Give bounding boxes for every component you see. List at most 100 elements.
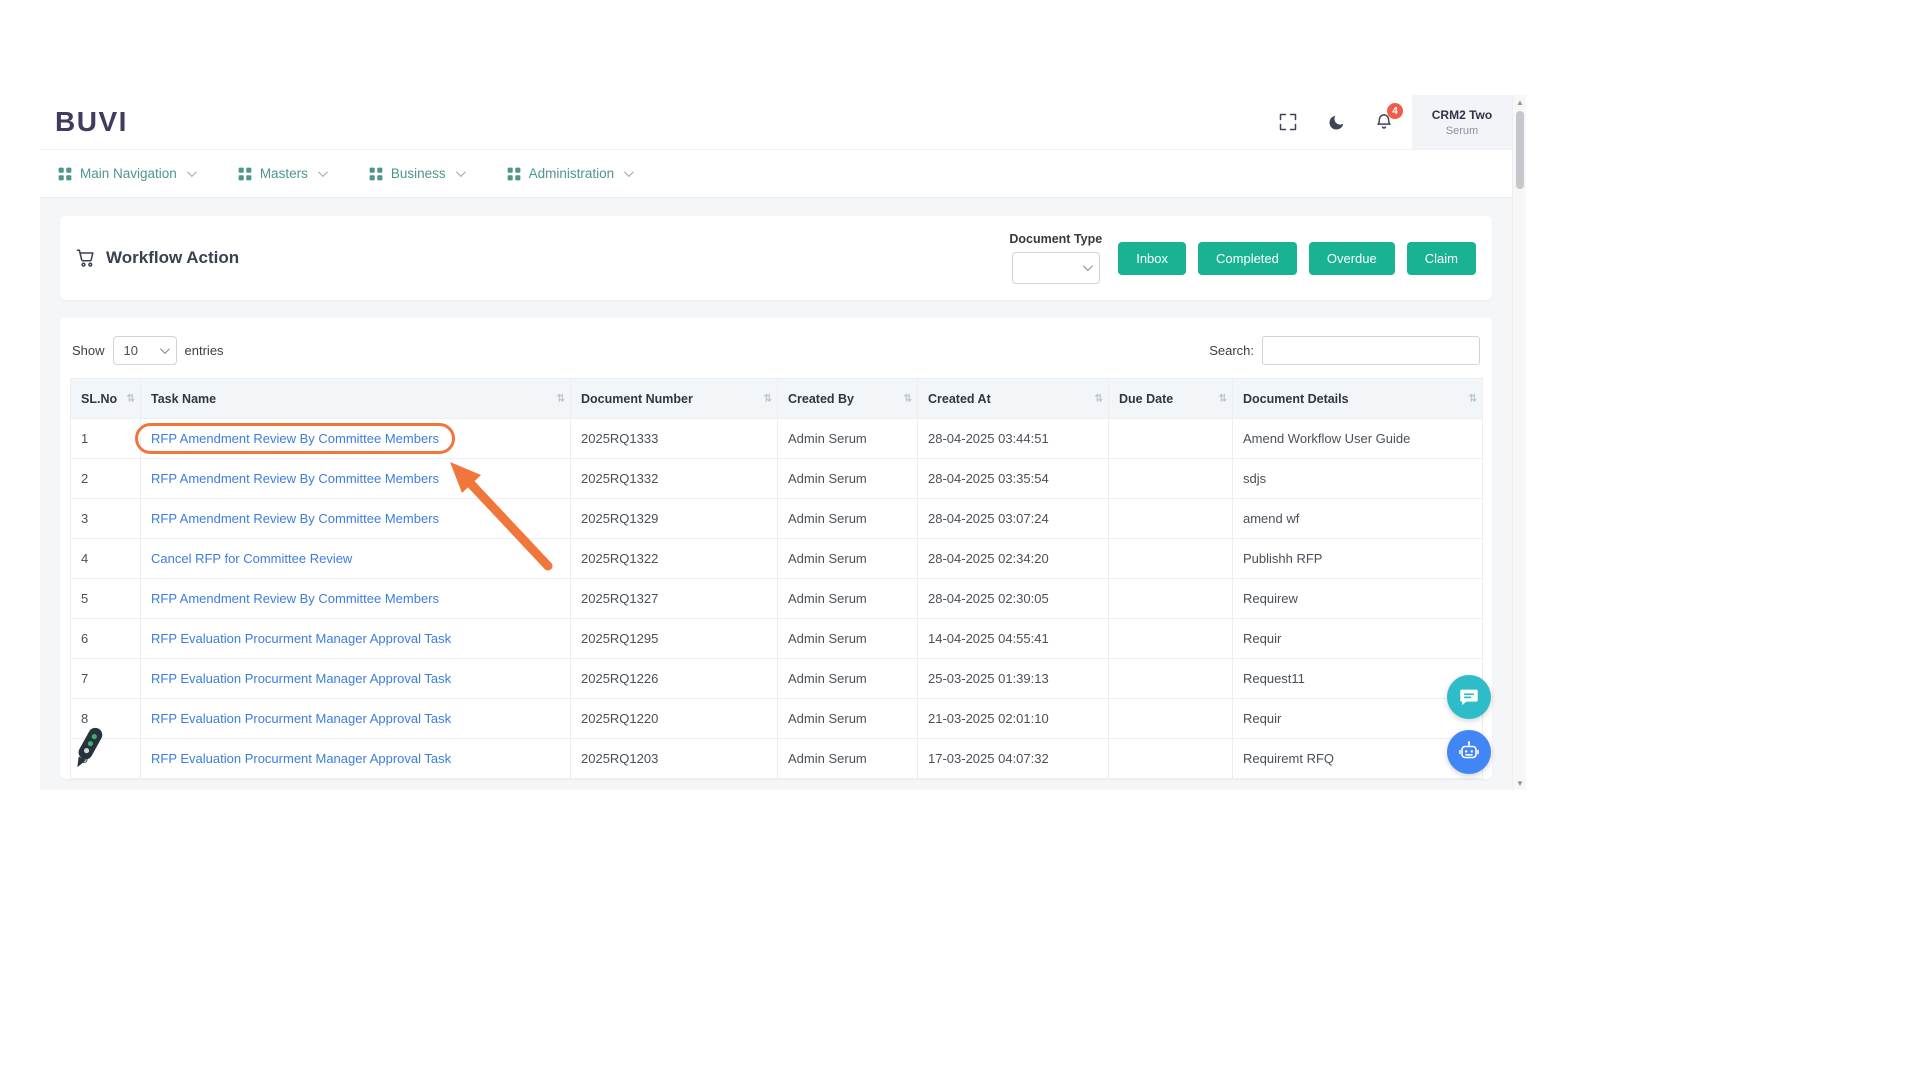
cell-document-details: Requiremt RFQ [1233,739,1483,779]
entries-label: entries [185,343,224,358]
cell-task-name: RFP Amendment Review By Committee Member… [141,459,571,499]
grid-icon [369,167,383,181]
task-link[interactable]: RFP Amendment Review By Committee Member… [135,423,455,454]
topbar-icons: 4 [1276,95,1396,149]
nav-item-administration[interactable]: Administration [507,166,632,181]
task-link[interactable]: RFP Evaluation Procurment Manager Approv… [151,631,451,646]
nav-item-business[interactable]: Business [369,166,463,181]
cell-created-by: Admin Serum [778,659,918,699]
inbox-button[interactable]: Inbox [1118,242,1186,275]
cell-document-number: 2025RQ1322 [571,539,778,579]
user-name: CRM2 Two [1432,108,1492,122]
chat-icon [1458,686,1480,708]
page: BUVI 4 CRM2 Two Serum [0,0,1920,1080]
table-controls: Show 10 entries Search: [70,334,1482,366]
user-profile-menu[interactable]: CRM2 Two Serum [1412,95,1512,149]
column-header-created-at[interactable]: Created At⇅ [918,379,1109,419]
search-input[interactable] [1262,336,1480,365]
cell-created-at: 28-04-2025 02:34:20 [918,539,1109,579]
column-header-due-date[interactable]: Due Date⇅ [1109,379,1233,419]
cell-due-date [1109,659,1233,699]
page-title: Workflow Action [76,248,239,268]
nav-item-masters[interactable]: Masters [238,166,325,181]
column-header-document-details[interactable]: Document Details⇅ [1233,379,1483,419]
cell-created-at: 21-03-2025 02:01:10 [918,699,1109,739]
column-header-slno[interactable]: SL.No⇅ [71,379,141,419]
scroll-up-arrow[interactable]: ▲ [1513,95,1527,109]
cell-document-details: Request11 [1233,659,1483,699]
assistant-fab-button[interactable] [1447,730,1491,774]
cell-document-details: amend wf [1233,499,1483,539]
cell-document-details: Requir [1233,619,1483,659]
chat-fab-button[interactable] [1447,675,1491,719]
nav-item-main-navigation[interactable]: Main Navigation [58,166,194,181]
nav-label: Business [391,166,446,181]
fullscreen-icon [1278,112,1298,132]
main-menu: Main Navigation Masters Business Adminis… [40,150,1512,198]
scrollbar-thumb[interactable] [1516,111,1524,189]
cell-document-details: Requirew [1233,579,1483,619]
cell-created-by: Admin Serum [778,539,918,579]
cell-created-by: Admin Serum [778,699,918,739]
cart-icon [76,248,96,268]
sort-icon: ⇅ [557,393,565,404]
task-link[interactable]: RFP Amendment Review By Committee Member… [151,591,439,606]
task-link[interactable]: RFP Amendment Review By Committee Member… [151,471,439,486]
cell-due-date [1109,419,1233,459]
fullscreen-button[interactable] [1276,110,1300,134]
table-row: 3 RFP Amendment Review By Committee Memb… [71,499,1483,539]
overdue-button[interactable]: Overdue [1309,242,1395,275]
task-link[interactable]: RFP Evaluation Procurment Manager Approv… [151,751,451,766]
cell-slno: 1 [71,419,141,459]
workflow-action-card: Workflow Action Document Type Inbox Comp… [60,216,1492,300]
cell-due-date [1109,539,1233,579]
chevron-down-icon [187,167,197,177]
sort-icon: ⇅ [127,393,135,404]
document-type-select[interactable] [1012,252,1100,284]
sort-icon: ⇅ [1095,393,1103,404]
scroll-down-arrow[interactable]: ▼ [1513,776,1527,790]
search-control: Search: [1209,336,1480,365]
cell-task-name: Cancel RFP for Committee Review [141,539,571,579]
grid-icon [58,167,72,181]
task-link[interactable]: RFP Evaluation Procurment Manager Approv… [151,671,451,686]
notifications-button[interactable]: 4 [1372,110,1396,134]
nav-label: Main Navigation [80,166,177,181]
cell-document-number: 2025RQ1327 [571,579,778,619]
cell-created-at: 28-04-2025 03:44:51 [918,419,1109,459]
task-link[interactable]: RFP Amendment Review By Committee Member… [151,511,439,526]
chevron-down-icon [624,167,634,177]
cell-due-date [1109,499,1233,539]
cell-slno: 6 [71,619,141,659]
claim-button[interactable]: Claim [1407,242,1476,275]
cell-slno: 4 [71,539,141,579]
grid-icon [238,167,252,181]
cell-slno: 9 [71,739,141,779]
task-link[interactable]: RFP Evaluation Procurment Manager Approv… [151,711,451,726]
table-row: 1 RFP Amendment Review By Committee Memb… [71,419,1483,459]
column-header-created-by[interactable]: Created By⇅ [778,379,918,419]
brand-logo: BUVI [55,106,128,138]
cell-created-at: 17-03-2025 04:07:32 [918,739,1109,779]
cell-created-by: Admin Serum [778,499,918,539]
table-row: 5 RFP Amendment Review By Committee Memb… [71,579,1483,619]
page-scrollbar: ▲ ▼ [1512,95,1526,790]
nav-label: Administration [529,166,615,181]
column-header-task-name[interactable]: Task Name⇅ [141,379,571,419]
cell-created-at: 25-03-2025 01:39:13 [918,659,1109,699]
cell-created-by: Admin Serum [778,579,918,619]
task-link[interactable]: Cancel RFP for Committee Review [151,551,352,566]
column-header-document-number[interactable]: Document Number⇅ [571,379,778,419]
cell-document-details: Amend Workflow User Guide [1233,419,1483,459]
dark-mode-button[interactable] [1324,110,1348,134]
cell-created-at: 14-04-2025 04:55:41 [918,619,1109,659]
tasks-table-card: Show 10 entries Search: [60,318,1492,779]
notification-badge: 4 [1387,103,1403,119]
cell-due-date [1109,579,1233,619]
grid-icon [507,167,521,181]
cell-due-date [1109,619,1233,659]
cell-document-number: 2025RQ1203 [571,739,778,779]
page-size-select[interactable]: 10 [113,336,177,365]
cell-created-at: 28-04-2025 03:35:54 [918,459,1109,499]
completed-button[interactable]: Completed [1198,242,1297,275]
